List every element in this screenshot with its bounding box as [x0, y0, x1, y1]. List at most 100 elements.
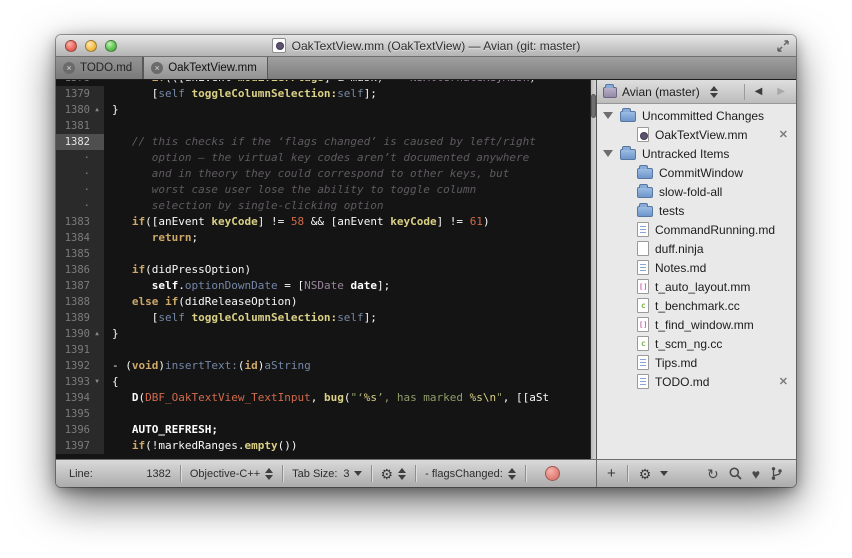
- minimize-button[interactable]: [85, 40, 97, 52]
- gutter-cell[interactable]: 1388: [56, 294, 104, 310]
- search-icon[interactable]: [728, 466, 743, 481]
- code-line[interactable]: 1394 D(DBF_OakTextView_TextInput, bug("‘…: [56, 390, 590, 406]
- tab-todo-md[interactable]: ×TODO.md: [56, 57, 143, 79]
- code-line[interactable]: 1385: [56, 246, 590, 262]
- file-item[interactable]: Tips.md: [597, 353, 796, 372]
- code-line[interactable]: · option — the virtual key codes aren’t …: [56, 150, 590, 166]
- symbol-stepper[interactable]: [508, 468, 516, 480]
- new-file-button[interactable]: +: [607, 465, 616, 482]
- zoom-button[interactable]: [105, 40, 117, 52]
- file-item[interactable]: slow-fold-all: [597, 182, 796, 201]
- gutter-cell[interactable]: 1396: [56, 422, 104, 438]
- code-line[interactable]: 1381: [56, 118, 590, 134]
- gutter-cell[interactable]: ·: [56, 182, 104, 198]
- scrollbar-thumb[interactable]: [591, 94, 596, 118]
- gutter-cell[interactable]: 1394: [56, 390, 104, 406]
- close-button[interactable]: [65, 40, 77, 52]
- bundle-stepper[interactable]: [398, 468, 406, 480]
- fold-marker-icon[interactable]: ▲: [90, 102, 104, 118]
- gutter-cell[interactable]: 1393▼: [56, 374, 104, 390]
- forward-button[interactable]: ▶: [772, 86, 790, 97]
- file-item[interactable]: OakTextView.mm✕: [597, 125, 796, 144]
- gutter-cell[interactable]: 1379: [56, 86, 104, 102]
- gutter-cell[interactable]: 1384: [56, 230, 104, 246]
- titlebar[interactable]: OakTextView.mm (OakTextView) — Avian (gi…: [56, 35, 796, 57]
- fold-marker-icon[interactable]: ▲: [90, 326, 104, 342]
- disclosure-triangle-icon[interactable]: [603, 150, 613, 157]
- editor-scrollbar[interactable]: [590, 80, 596, 459]
- section-header[interactable]: Uncommitted Changes: [597, 106, 796, 125]
- code-line[interactable]: 1389 [self toggleColumnSelection:self];: [56, 310, 590, 326]
- code-line[interactable]: · worst case user lose the ability to to…: [56, 182, 590, 198]
- tab-size-value[interactable]: 3: [343, 468, 349, 480]
- git-branch-icon[interactable]: [769, 466, 784, 481]
- code-line[interactable]: 1393▼{: [56, 374, 590, 390]
- code-line[interactable]: 1387 self.optionDownDate = [NSDate date]…: [56, 278, 590, 294]
- code-line[interactable]: 1390▲}: [56, 326, 590, 342]
- file-item[interactable]: t_benchmark.cc: [597, 296, 796, 315]
- bundle-gear-icon[interactable]: ⚙: [381, 467, 394, 481]
- gutter-cell[interactable]: ·: [56, 166, 104, 182]
- gutter-cell[interactable]: 1386: [56, 262, 104, 278]
- file-item[interactable]: CommitWindow: [597, 163, 796, 182]
- gutter-cell[interactable]: 1397: [56, 438, 104, 454]
- file-item[interactable]: Notes.md: [597, 258, 796, 277]
- file-item[interactable]: tests: [597, 201, 796, 220]
- language-stepper[interactable]: [265, 468, 273, 480]
- file-item[interactable]: TODO.md✕: [597, 372, 796, 391]
- file-item[interactable]: duff.ninja: [597, 239, 796, 258]
- code-line[interactable]: 1388 else if(didReleaseOption): [56, 294, 590, 310]
- refresh-icon[interactable]: ↻: [707, 467, 719, 481]
- fullscreen-icon[interactable]: [776, 39, 790, 53]
- project-switcher[interactable]: [710, 86, 718, 98]
- back-button[interactable]: ◀: [750, 86, 768, 97]
- code-line[interactable]: 1391: [56, 342, 590, 358]
- close-file-icon[interactable]: ✕: [779, 375, 788, 388]
- section-header[interactable]: Untracked Items: [597, 144, 796, 163]
- file-item[interactable]: t_auto_layout.mm: [597, 277, 796, 296]
- gutter-cell[interactable]: 1381: [56, 118, 104, 134]
- favorites-heart-icon[interactable]: ♥: [752, 467, 760, 481]
- gutter-cell[interactable]: 1385: [56, 246, 104, 262]
- file-item[interactable]: CommandRunning.md: [597, 220, 796, 239]
- gutter-cell[interactable]: 1392: [56, 358, 104, 374]
- disclosure-triangle-icon[interactable]: [603, 112, 613, 119]
- code-line[interactable]: 1383 if([anEvent keyCode] != 58 && [anEv…: [56, 214, 590, 230]
- actions-caret-icon[interactable]: [660, 471, 668, 476]
- code-line[interactable]: 1397 if(!markedRanges.empty()): [56, 438, 590, 454]
- record-macro-button[interactable]: [545, 466, 560, 481]
- code-line[interactable]: 1392- (void)insertText:(id)aString: [56, 358, 590, 374]
- file-item[interactable]: t_scm_ng.cc: [597, 334, 796, 353]
- symbol-selector[interactable]: - flagsChanged:: [425, 468, 503, 480]
- close-file-icon[interactable]: ✕: [779, 128, 788, 141]
- actions-gear-icon[interactable]: ⚙: [639, 467, 652, 481]
- tab-close-icon[interactable]: ×: [63, 62, 75, 74]
- code-line[interactable]: 1396 AUTO_REFRESH;: [56, 422, 590, 438]
- gutter-cell[interactable]: 1391: [56, 342, 104, 358]
- tab-oaktextview-mm[interactable]: ×OakTextView.mm: [143, 57, 268, 79]
- code-line[interactable]: · selection by single-clicking option: [56, 198, 590, 214]
- code-line[interactable]: 1379 [self toggleColumnSelection:self];: [56, 86, 590, 102]
- gutter-cell[interactable]: ·: [56, 198, 104, 214]
- gutter-cell[interactable]: 1383: [56, 214, 104, 230]
- code-line[interactable]: 1386 if(didPressOption): [56, 262, 590, 278]
- gutter-cell[interactable]: ·: [56, 150, 104, 166]
- code-line[interactable]: 1395: [56, 406, 590, 422]
- gutter-cell[interactable]: 1382: [56, 134, 104, 150]
- code-line[interactable]: · and in theory they could correspond to…: [56, 166, 590, 182]
- gutter-cell[interactable]: 1395: [56, 406, 104, 422]
- code-line[interactable]: 1380▲}: [56, 102, 590, 118]
- file-item[interactable]: t_find_window.mm: [597, 315, 796, 334]
- code-editor[interactable]: 1378 if(([anEvent modifierFlags] & mask)…: [56, 80, 590, 459]
- gutter-cell[interactable]: 1387: [56, 278, 104, 294]
- gutter-cell[interactable]: 1389: [56, 310, 104, 326]
- code-line[interactable]: 1382 // this checks if the ‘flags change…: [56, 134, 590, 150]
- fold-marker-icon[interactable]: ▼: [90, 374, 104, 390]
- language-selector[interactable]: Objective-C++: [190, 468, 260, 480]
- line-number-value[interactable]: 1382: [93, 468, 171, 480]
- code-line[interactable]: 1384 return;: [56, 230, 590, 246]
- tab-close-icon[interactable]: ×: [151, 62, 163, 74]
- gutter-cell[interactable]: 1380▲: [56, 102, 104, 118]
- tab-size-caret-icon[interactable]: [354, 471, 362, 476]
- gutter-cell[interactable]: 1390▲: [56, 326, 104, 342]
